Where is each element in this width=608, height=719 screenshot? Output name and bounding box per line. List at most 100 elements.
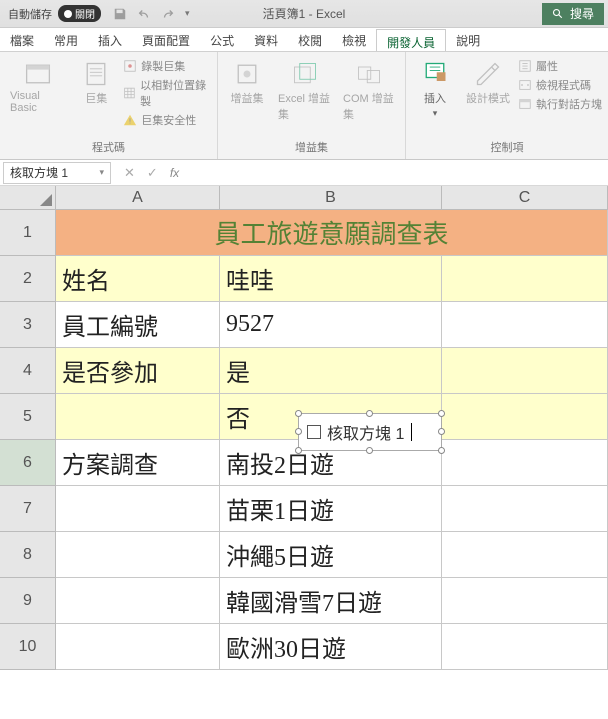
redo-icon[interactable]: [161, 7, 175, 21]
macros-button[interactable]: 巨集: [73, 56, 119, 110]
view-code-button[interactable]: 檢視程式碼: [518, 77, 602, 93]
col-header-c[interactable]: C: [442, 186, 608, 210]
menu-review[interactable]: 校閱: [288, 28, 332, 51]
control-options: 屬性 檢視程式碼 執行對話方塊: [518, 56, 602, 112]
vb-icon: [24, 60, 52, 88]
cell-c9[interactable]: [442, 578, 608, 624]
fx-icon[interactable]: fx: [170, 166, 179, 180]
menu-help[interactable]: 說明: [446, 28, 490, 51]
cell-title[interactable]: 員工旅遊意願調查表: [56, 210, 608, 256]
properties-button[interactable]: 屬性: [518, 58, 602, 74]
checkbox-box[interactable]: [307, 425, 321, 439]
cancel-icon[interactable]: ✕: [124, 165, 135, 181]
formula-bar-row: 核取方塊 1▾ ✕ ✓ fx: [0, 160, 608, 186]
warning-icon: [123, 113, 137, 127]
visual-basic-button[interactable]: Visual Basic: [6, 56, 69, 118]
cell-b3[interactable]: 9527: [220, 302, 442, 348]
row-header-7[interactable]: 7: [0, 486, 56, 532]
cell-b10[interactable]: 歐洲30日遊: [220, 624, 442, 670]
title-bar: 自動儲存 關閉 ▾ 活頁簿1 - Excel 搜尋: [0, 0, 608, 28]
cell-c10[interactable]: [442, 624, 608, 670]
excel-addins-button[interactable]: Excel 增益集: [274, 56, 335, 126]
undo-icon[interactable]: [137, 7, 151, 21]
addins-button[interactable]: 增益集: [224, 56, 270, 110]
menu-view[interactable]: 檢視: [332, 28, 376, 51]
group-label-controls: 控制項: [491, 137, 524, 157]
cell-a5[interactable]: [56, 394, 220, 440]
ribbon-group-code: Visual Basic 巨集 錄製巨集 以相對位置錄製 巨集安全性 程式碼: [0, 52, 218, 159]
cell-b7[interactable]: 苗栗1日遊: [220, 486, 442, 532]
document-title: 活頁簿1 - Excel: [263, 5, 346, 22]
cell-b2[interactable]: 哇哇: [220, 256, 442, 302]
name-box[interactable]: 核取方塊 1▾: [3, 162, 111, 184]
row-header-6[interactable]: 6: [0, 440, 56, 486]
menu-developer[interactable]: 開發人員: [376, 29, 446, 51]
cell-a6[interactable]: 方案調查: [56, 440, 220, 486]
cell-a4[interactable]: 是否參加: [56, 348, 220, 394]
row-header-2[interactable]: 2: [0, 256, 56, 302]
grid-icon: [123, 86, 136, 100]
cell-a3[interactable]: 員工編號: [56, 302, 220, 348]
cell-a7[interactable]: [56, 486, 220, 532]
group-label-code: 程式碼: [92, 137, 125, 157]
relative-ref-button[interactable]: 以相對位置錄製: [123, 77, 211, 109]
code-icon: [518, 78, 532, 92]
menu-file[interactable]: 檔案: [0, 28, 44, 51]
menu-formulas[interactable]: 公式: [200, 28, 244, 51]
col-header-b[interactable]: B: [220, 186, 442, 210]
search-box[interactable]: 搜尋: [542, 3, 604, 25]
col-header-a[interactable]: A: [56, 186, 220, 210]
design-icon: [474, 60, 502, 88]
select-all-corner[interactable]: [0, 186, 56, 210]
row-header-5[interactable]: 5: [0, 394, 56, 440]
qat-dropdown-icon[interactable]: ▾: [185, 8, 190, 19]
com-addins-button[interactable]: COM 增益集: [339, 56, 399, 126]
cell-a8[interactable]: [56, 532, 220, 578]
enter-icon[interactable]: ✓: [147, 165, 158, 181]
cell-c2[interactable]: [442, 256, 608, 302]
menu-data[interactable]: 資料: [244, 28, 288, 51]
run-dialog-button[interactable]: 執行對話方塊: [518, 96, 602, 112]
design-mode-button[interactable]: 設計模式: [462, 56, 514, 110]
cell-a9[interactable]: [56, 578, 220, 624]
menu-insert[interactable]: 插入: [88, 28, 132, 51]
cell-b4[interactable]: 是: [220, 348, 442, 394]
macro-security-button[interactable]: 巨集安全性: [123, 112, 211, 128]
cell-c7[interactable]: [442, 486, 608, 532]
row-header-10[interactable]: 10: [0, 624, 56, 670]
row-header-4[interactable]: 4: [0, 348, 56, 394]
excel-addin-icon: [291, 60, 319, 88]
record-icon: [123, 59, 137, 73]
insert-ctrl-icon: [421, 60, 449, 88]
save-icon[interactable]: [113, 7, 127, 21]
cell-a10[interactable]: [56, 624, 220, 670]
code-options: 錄製巨集 以相對位置錄製 巨集安全性: [123, 56, 211, 128]
floating-checkbox-control[interactable]: 核取方塊 1: [298, 413, 442, 451]
row-header-1[interactable]: 1: [0, 210, 56, 256]
autosave-toggle[interactable]: 關閉: [58, 5, 101, 22]
row-header-8[interactable]: 8: [0, 532, 56, 578]
row-header-3[interactable]: 3: [0, 302, 56, 348]
menu-home[interactable]: 常用: [44, 28, 88, 51]
cell-b9[interactable]: 韓國滑雪7日遊: [220, 578, 442, 624]
macros-icon: [82, 60, 110, 88]
record-macro-button[interactable]: 錄製巨集: [123, 58, 211, 74]
com-addin-icon: [355, 60, 383, 88]
cell-c4[interactable]: [442, 348, 608, 394]
cell-b8[interactable]: 沖繩5日遊: [220, 532, 442, 578]
ribbon-group-addins: 增益集 Excel 增益集 COM 增益集 增益集: [218, 52, 406, 159]
cell-c5[interactable]: [442, 394, 608, 440]
row-header-9[interactable]: 9: [0, 578, 56, 624]
search-icon: [552, 8, 564, 20]
quick-access-toolbar: ▾: [113, 7, 190, 21]
menu-layout[interactable]: 頁面配置: [132, 28, 200, 51]
autosave-label: 自動儲存: [8, 6, 52, 22]
addin-icon: [233, 60, 261, 88]
dialog-icon: [518, 97, 532, 111]
cell-c6[interactable]: [442, 440, 608, 486]
checkbox-label: 核取方塊 1: [327, 420, 404, 444]
cell-c8[interactable]: [442, 532, 608, 578]
insert-control-button[interactable]: 插入▾: [412, 56, 458, 123]
cell-c3[interactable]: [442, 302, 608, 348]
cell-a2[interactable]: 姓名: [56, 256, 220, 302]
